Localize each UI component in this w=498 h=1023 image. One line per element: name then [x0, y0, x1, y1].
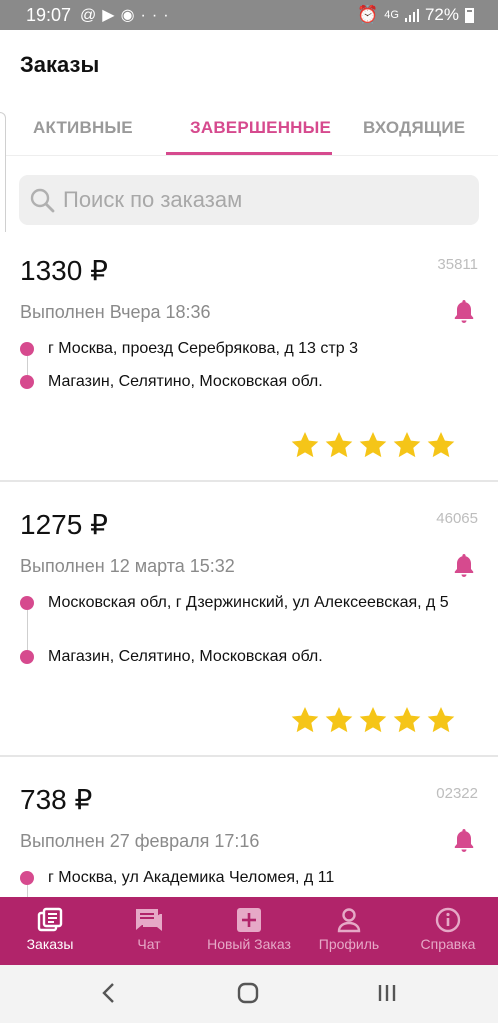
search-icon — [30, 188, 55, 213]
signal-icon — [404, 8, 419, 22]
route-to-dot — [20, 650, 34, 664]
order-card[interactable]: 1330 ₽ 35811 Выполнен Вчера 18:36 г Моск… — [0, 232, 498, 482]
battery-percent: 72% — [424, 5, 459, 24]
order-status: Выполнен 27 февраля 17:16 — [20, 831, 260, 851]
route-to-address: Магазин, Селятино, Московская обл. — [48, 648, 323, 665]
bell-icon[interactable] — [452, 827, 476, 853]
star-icon — [291, 432, 319, 458]
status-time: 19:07 — [26, 5, 72, 25]
bottom-navigation: Заказы Чат Новый Заказ Профиль Справка — [0, 897, 498, 965]
tab-active[interactable]: АКТИВНЫЕ — [33, 118, 133, 138]
order-card[interactable]: 738 ₽ 02322 Выполнен 27 февраля 17:16 г … — [0, 757, 498, 897]
star-icon — [325, 707, 353, 733]
route-to-dot — [20, 375, 34, 389]
star-icon — [393, 432, 421, 458]
route-from-address: г Москва, проезд Серебрякова, д 13 стр 3 — [48, 340, 358, 357]
star-icon — [427, 707, 455, 733]
battery-icon — [465, 7, 474, 23]
order-price: 1275 ₽ — [20, 509, 108, 540]
route-from-dot — [20, 342, 34, 356]
tab-incoming[interactable]: ВХОДЯЩИЕ — [363, 118, 465, 138]
route-line — [27, 885, 28, 897]
nav-orders[interactable]: Заказы — [0, 897, 100, 965]
star-icon — [325, 432, 353, 458]
order-number: 35811 — [437, 256, 478, 273]
nav-label: Чат — [137, 936, 161, 952]
back-icon[interactable] — [98, 981, 120, 1005]
order-status: Выполнен Вчера 18:36 — [20, 302, 211, 322]
chrome-icon: ◉ — [120, 7, 141, 24]
nav-label: Справка — [420, 936, 476, 952]
bell-icon[interactable] — [452, 552, 476, 578]
status-bar: 19:07 @▶◉··· ⏰ 4G 72% — [0, 0, 498, 30]
orders-tabs: АКТИВНЫЕ ЗАВЕРШЕННЫЕ ВХОДЯЩИЕ — [0, 100, 498, 156]
nav-new-order[interactable]: Новый Заказ — [198, 897, 300, 965]
system-navigation-bar — [0, 965, 498, 1023]
route-from-dot — [20, 596, 34, 610]
order-card[interactable]: 1275 ₽ 46065 Выполнен 12 марта 15:32 Мос… — [0, 482, 498, 757]
status-left-icons: @▶◉··· — [80, 5, 175, 25]
order-number: 02322 — [436, 785, 478, 802]
info-icon — [435, 907, 461, 933]
youtube-icon: ▶ — [102, 7, 121, 24]
order-price: 1330 ₽ — [20, 255, 108, 286]
orders-icon — [37, 907, 63, 932]
alarm-icon: ⏰ — [357, 5, 379, 24]
rating-stars — [290, 705, 456, 735]
add-box-icon — [237, 908, 261, 932]
nav-label: Новый Заказ — [207, 936, 291, 952]
recent-apps-icon[interactable] — [376, 981, 398, 1005]
star-icon — [291, 707, 319, 733]
order-status: Выполнен 12 марта 15:32 — [20, 556, 235, 576]
app-header: Заказы — [0, 30, 498, 100]
page-title: Заказы — [20, 52, 100, 77]
route-from-address: г Москва, ул Академика Челомея, д 11 — [48, 869, 335, 886]
tab-completed[interactable]: ЗАВЕРШЕННЫЕ — [190, 118, 331, 138]
rating-stars — [290, 430, 456, 460]
nav-profile[interactable]: Профиль — [300, 897, 398, 965]
order-price: 738 ₽ — [20, 784, 93, 815]
at-icon: @ — [80, 7, 103, 24]
star-icon — [359, 432, 387, 458]
star-icon — [359, 707, 387, 733]
route-from-address: Московская обл, г Дзержинский, ул Алексе… — [48, 594, 449, 611]
status-right: ⏰ 4G 72% — [357, 5, 474, 25]
search-bar — [19, 175, 479, 225]
edge-panel-handle[interactable] — [0, 112, 6, 244]
bell-icon[interactable] — [452, 298, 476, 324]
nav-help[interactable]: Справка — [398, 897, 498, 965]
chat-icon — [136, 909, 162, 931]
profile-icon — [337, 908, 361, 933]
nav-chat[interactable]: Чат — [100, 897, 198, 965]
more-icon: ··· — [140, 7, 175, 24]
tab-indicator — [166, 152, 332, 155]
network-type: 4G — [384, 9, 399, 21]
nav-label: Профиль — [318, 936, 380, 952]
route-from-dot — [20, 871, 34, 885]
star-icon — [427, 432, 455, 458]
home-icon[interactable] — [236, 981, 260, 1005]
order-number: 46065 — [436, 510, 478, 527]
search-input[interactable] — [63, 184, 463, 216]
nav-label: Заказы — [26, 936, 74, 952]
star-icon — [393, 707, 421, 733]
route-to-address: Магазин, Селятино, Московская обл. — [48, 373, 323, 390]
